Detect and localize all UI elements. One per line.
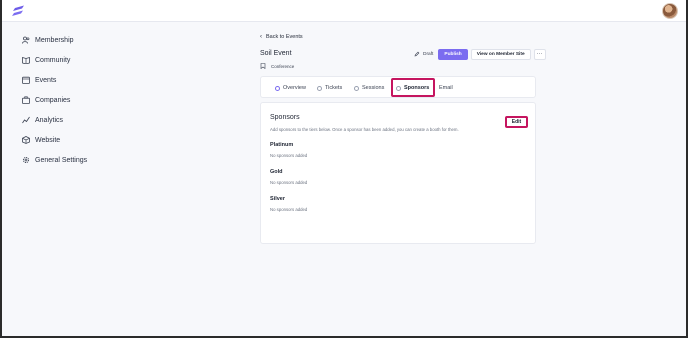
step-circle-icon	[317, 85, 322, 91]
tab-sessions[interactable]: Sessions	[354, 83, 384, 93]
event-type: Conference	[260, 63, 294, 69]
gear-icon	[22, 156, 30, 164]
tier-empty-silver: No sponsors added	[270, 207, 308, 212]
sidebar: Membership Community Events Companies An…	[2, 22, 202, 336]
chart-line-icon	[22, 116, 30, 124]
sidebar-item-companies[interactable]: Companies	[22, 94, 70, 106]
tab-bar: Overview Tickets Sessions Sponsors Email	[260, 76, 536, 98]
sidebar-item-membership[interactable]: Membership	[22, 34, 74, 46]
section-description: Add sponsors to the tiers below. Once a …	[270, 127, 459, 132]
status-badge: Draft	[414, 51, 433, 57]
tab-email[interactable]: Email	[439, 83, 453, 93]
app-logo[interactable]	[12, 4, 26, 18]
sponsors-panel: Sponsors Add sponsors to the tiers below…	[260, 102, 536, 244]
step-circle-icon	[275, 85, 280, 91]
sidebar-item-general-settings[interactable]: General Settings	[22, 154, 87, 166]
tier-empty-platinum: No sponsors added	[270, 153, 308, 158]
sidebar-item-events[interactable]: Events	[22, 74, 56, 86]
section-title: Sponsors	[270, 114, 300, 121]
event-title: Soil Event	[260, 50, 292, 57]
event-actions: Draft Publish View on Member Site ···	[414, 48, 546, 60]
top-bar	[2, 0, 686, 22]
step-circle-icon	[354, 85, 359, 91]
tab-label: Sessions	[362, 85, 385, 91]
sidebar-item-website[interactable]: Website	[22, 134, 60, 146]
user-avatar[interactable]	[662, 3, 678, 19]
sidebar-item-label: General Settings	[35, 156, 88, 164]
event-type-label: Conference	[271, 63, 295, 69]
tab-label: Email	[439, 85, 453, 91]
cube-icon	[22, 136, 30, 144]
tab-label: Overview	[283, 85, 306, 91]
publish-button[interactable]: Publish	[438, 48, 468, 60]
users-icon	[22, 36, 30, 44]
sidebar-item-label: Companies	[35, 96, 71, 104]
book-icon	[22, 56, 30, 64]
calendar-icon	[22, 76, 30, 84]
sidebar-item-label: Membership	[35, 36, 74, 44]
sidebar-item-label: Community	[35, 56, 71, 64]
more-options-button[interactable]: ···	[533, 48, 546, 60]
briefcase-icon	[22, 96, 30, 104]
chevron-left-icon: ‹	[260, 34, 262, 40]
tab-overview[interactable]: Overview	[275, 83, 306, 93]
sidebar-item-label: Analytics	[35, 116, 64, 124]
sidebar-item-label: Website	[35, 136, 61, 144]
back-label: Back to Events	[266, 34, 303, 40]
pencil-icon	[414, 51, 420, 57]
tier-name-silver: Silver	[270, 196, 285, 202]
back-to-events-link[interactable]: ‹ Back to Events	[260, 34, 303, 40]
sidebar-item-community[interactable]: Community	[22, 54, 70, 66]
sponsors-tab-highlight	[391, 78, 435, 97]
tier-name-gold: Gold	[270, 169, 283, 175]
tier-empty-gold: No sponsors added	[270, 180, 308, 185]
bookmark-icon	[260, 63, 266, 69]
edit-button[interactable]: Edit	[505, 116, 528, 128]
tier-name-platinum: Platinum	[270, 142, 294, 148]
tab-tickets[interactable]: Tickets	[317, 83, 342, 93]
tab-label: Tickets	[325, 85, 343, 91]
sidebar-item-label: Events	[35, 76, 57, 84]
view-on-member-site-button[interactable]: View on Member Site	[470, 48, 531, 60]
app-window: Membership Community Events Companies An…	[0, 0, 688, 338]
status-label: Draft	[423, 51, 434, 57]
sidebar-item-analytics[interactable]: Analytics	[22, 114, 63, 126]
